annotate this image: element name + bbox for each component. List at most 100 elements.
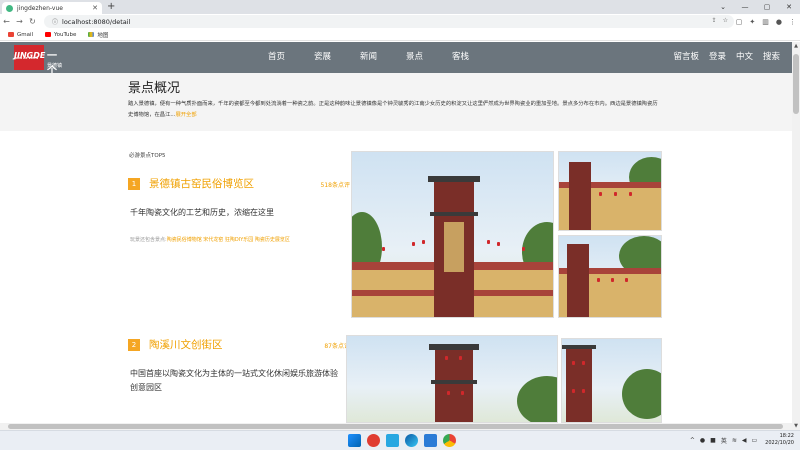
clock-time: 18:22: [779, 433, 794, 439]
youtube-icon: [45, 32, 52, 37]
browser-toolbar: ← → ↻ ⓘ localhost:8080/detail ⇪ ☆ ▢ ✦ ▥ …: [0, 14, 800, 29]
close-window-icon[interactable]: ✕: [778, 0, 800, 14]
netease-music-icon[interactable]: [367, 434, 380, 447]
tab-jingdezhen[interactable]: jingdezhen-vue ✕: [2, 2, 102, 14]
battery-icon[interactable]: ▭: [752, 437, 758, 444]
overview-body: 踏入景德镇，便有一种气质扑面而来，千年的瓷都至今都到处流淌着一种瓷之韵。正是这种…: [128, 101, 658, 118]
overview-title: 景点概况: [128, 81, 181, 96]
tab-title: jingdezhen-vue: [17, 4, 63, 12]
site-navbar: JINGDE JING DE ZHEN 一个 景德镇 首页 瓷展 新闻 景点 客…: [0, 42, 792, 77]
attraction-item: 2 陶溪川文创街区 87条点评 中国首座以陶瓷文化为主体的一站式文化休闲娱乐旅游…: [128, 337, 350, 419]
logo-sub-text: 景德镇: [47, 63, 63, 69]
info-icon[interactable]: ⓘ: [52, 17, 58, 26]
nav-news[interactable]: 新闻: [360, 42, 406, 73]
attraction-photo-small[interactable]: [558, 151, 662, 231]
puzzle-icon[interactable]: ✦: [749, 18, 755, 26]
bookmark-label: YouTube: [54, 31, 77, 38]
ime-icon[interactable]: 英: [721, 436, 727, 445]
main-nav: 首页 瓷展 新闻 景点 客栈: [268, 42, 498, 73]
edge-icon[interactable]: [405, 434, 418, 447]
tray-app-icon[interactable]: ●: [700, 437, 705, 444]
browser-tabbar: jingdezhen-vue ✕ + ⌄ — ▢ ✕: [0, 0, 800, 14]
attraction-desc: 千年陶瓷文化的工艺和历史，浓缩在这里: [130, 208, 274, 217]
nav-attractions[interactable]: 景点: [406, 42, 452, 73]
window-controls: ⌄ — ▢ ✕: [712, 0, 800, 14]
site-logo[interactable]: JINGDE JING DE ZHEN 一个 景德镇: [14, 45, 66, 77]
profile-icon[interactable]: ●: [776, 18, 782, 26]
gmail-icon: [8, 32, 14, 37]
chrome-icon[interactable]: [443, 434, 456, 447]
bookmark-label: Gmail: [17, 31, 34, 38]
maps-icon: [88, 32, 95, 37]
windows-taskbar: ^ ● ■ 英 ≋ ◀ ▭ 18:22 2022/10/20: [0, 430, 800, 450]
scroll-down-icon[interactable]: ▼: [792, 423, 800, 429]
chevron-down-icon[interactable]: ⌄: [712, 0, 734, 14]
maximize-icon[interactable]: ▢: [756, 0, 778, 14]
close-icon[interactable]: ✕: [92, 4, 98, 12]
tags-links[interactable]: 陶瓷民俗博物馆 宋代龙窑 狂陶DIY乐园 陶瓷历史展览区: [167, 237, 290, 243]
rank-badge: 1: [128, 178, 140, 190]
attraction-photo-large[interactable]: [351, 151, 554, 318]
wifi-icon[interactable]: ≋: [732, 437, 737, 444]
start-icon[interactable]: [348, 434, 361, 447]
bookmark-label: 地图: [97, 32, 109, 39]
share-icon[interactable]: ⇪: [712, 17, 717, 24]
bookmark-gmail[interactable]: Gmail: [8, 32, 33, 38]
scroll-thumb[interactable]: [793, 54, 799, 114]
app-icon[interactable]: [386, 434, 399, 447]
star-icon[interactable]: ☆: [723, 17, 728, 24]
nav-search[interactable]: 搜索: [763, 42, 780, 73]
url-text: localhost:8080/detail: [62, 17, 131, 26]
vertical-scrollbar[interactable]: ▲ ▼: [792, 42, 800, 430]
attraction-photo-small[interactable]: [561, 338, 662, 423]
sidepanel-icon[interactable]: ▥: [762, 18, 769, 26]
nav-message-board[interactable]: 留言板: [673, 42, 699, 73]
vue-icon: [6, 4, 13, 12]
attraction-photo-small[interactable]: [558, 235, 662, 318]
new-tab-icon[interactable]: +: [107, 1, 115, 12]
taskbar-apps: [348, 434, 462, 447]
attraction-item: 1 景德镇古窑民俗博览区 518条点评 千年陶瓷文化的工艺和历史，浓缩在这里 玩…: [128, 176, 350, 258]
attraction-desc: 中国首座以陶瓷文化为主体的一站式文化休闲娱乐旅游体验创意园区: [130, 369, 338, 392]
clock-date: 2022/10/20: [765, 440, 794, 446]
rank-badge: 2: [128, 339, 140, 351]
chevron-up-icon[interactable]: ^: [690, 437, 695, 444]
toolbar-right: ▢ ✦ ▥ ● ⋮: [729, 14, 796, 29]
attraction-tags: 玩景还包含景点:陶瓷民俗博物馆 宋代龙窑 狂陶DIY乐园 陶瓷历史展览区: [130, 236, 290, 243]
nav-inns[interactable]: 客栈: [452, 42, 498, 73]
nav-login[interactable]: 登录: [709, 42, 726, 73]
tags-prefix: 玩景还包含景点:: [130, 237, 167, 243]
omnibox-icons: ⇪ ☆: [706, 17, 728, 24]
address-bar[interactable]: ⓘ localhost:8080/detail ⇪ ☆: [44, 15, 734, 28]
top-label: 必游景点TOP5: [129, 153, 166, 159]
menu-icon[interactable]: ⋮: [789, 18, 796, 26]
attraction-name[interactable]: 景德镇古窑民俗博览区: [149, 176, 254, 191]
hscroll-thumb[interactable]: [8, 424, 783, 429]
vscode-icon[interactable]: [424, 434, 437, 447]
bookmark-youtube[interactable]: YouTube: [45, 32, 76, 38]
scroll-up-icon[interactable]: ▲: [792, 43, 800, 49]
forward-icon[interactable]: →: [13, 17, 26, 26]
bookmark-maps[interactable]: 地图: [88, 31, 108, 39]
nav-home[interactable]: 首页: [268, 42, 314, 73]
expand-all-link[interactable]: 展开全部: [175, 112, 196, 118]
overview-text: 踏入景德镇，便有一种气质扑面而来，千年的瓷都至今都到处流淌着一种瓷之韵。正是这种…: [128, 99, 658, 121]
minimize-icon[interactable]: —: [734, 0, 756, 14]
tray-app-icon[interactable]: ■: [710, 437, 716, 444]
volume-icon[interactable]: ◀: [742, 437, 747, 444]
system-tray: ^ ● ■ 英 ≋ ◀ ▭ 18:22 2022/10/20: [685, 433, 794, 447]
clock[interactable]: 18:22 2022/10/20: [765, 433, 794, 447]
horizontal-scrollbar[interactable]: [0, 423, 792, 430]
logo-red-block: JINGDE JING DE ZHEN: [14, 45, 45, 70]
reload-icon[interactable]: ↻: [26, 17, 39, 26]
nav-language[interactable]: 中文: [736, 42, 753, 73]
nav-porcelain[interactable]: 瓷展: [314, 42, 360, 73]
overview-section: 景点概况 踏入景德镇，便有一种气质扑面而来，千年的瓷都至今都到处流淌着一种瓷之韵…: [0, 73, 792, 131]
attraction-photo-large[interactable]: [346, 335, 558, 423]
logo-tiny-text: JING DE ZHEN: [15, 56, 39, 60]
nav-right: 留言板 登录 中文 搜索: [663, 42, 780, 73]
attraction-name[interactable]: 陶溪川文创街区: [149, 337, 223, 352]
back-icon[interactable]: ←: [0, 17, 13, 26]
extension-icon[interactable]: ▢: [736, 18, 743, 26]
review-count[interactable]: 518条点评: [321, 180, 350, 189]
